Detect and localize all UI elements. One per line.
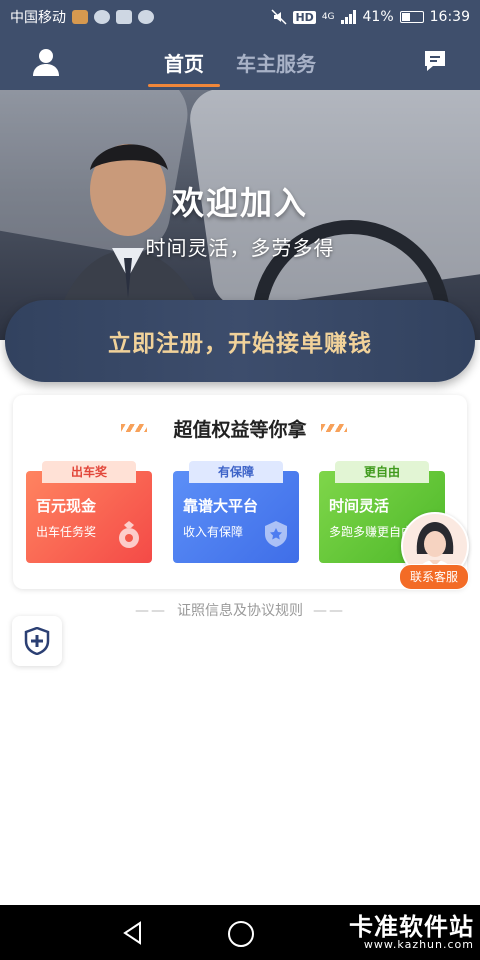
benefit-name: 靠谱大平台	[183, 497, 259, 515]
user-icon[interactable]	[30, 46, 62, 78]
shield-plus-icon	[24, 627, 50, 655]
app-header: 首页 车主服务	[0, 34, 480, 90]
watermark-url: www.kazhun.com	[363, 938, 474, 951]
hero-subtitle: 时间灵活，多劳多得	[145, 236, 335, 260]
carrier-label: 中国移动	[10, 10, 66, 26]
license-info-link[interactable]: —— 证照信息及协议规则 ——	[0, 600, 480, 620]
status-left: 中国移动	[10, 7, 154, 27]
status-bar: 中国移动 HD 4G 41% 16:39	[0, 0, 480, 34]
shield-star-icon	[265, 521, 287, 547]
benefit-card-cash[interactable]: 百元现金 出车任务奖 出车奖	[26, 461, 152, 563]
benefit-tag: 出车奖	[42, 461, 136, 483]
benefit-card-body: 靠谱大平台 收入有保障	[173, 471, 299, 563]
battery-percent: 41%	[362, 9, 394, 25]
status-right: HD 4G 41% 16:39	[271, 9, 470, 25]
nav-back-icon[interactable]	[120, 920, 146, 946]
benefit-card-body: 百元现金 出车任务奖	[26, 471, 152, 563]
chat-notification-icon	[94, 10, 110, 24]
tab-owner-service[interactable]: 车主服务	[236, 48, 316, 87]
title-decoration-right	[321, 424, 347, 432]
footer-dash-left: ——	[135, 603, 167, 619]
contact-service-button[interactable]: 联系客服	[399, 564, 469, 590]
hd-badge: HD	[293, 10, 316, 24]
signal-icon	[340, 10, 356, 24]
network-label: 4G	[321, 12, 335, 22]
benefit-name: 时间灵活	[329, 497, 390, 515]
nav-home-icon[interactable]	[228, 921, 254, 947]
message-icon[interactable]	[422, 48, 448, 74]
register-button[interactable]: 立即注册，开始接单赚钱	[5, 300, 475, 382]
benefit-card-platform[interactable]: 靠谱大平台 收入有保障 有保障	[173, 461, 299, 563]
tab-home[interactable]: 首页	[148, 48, 220, 87]
benefit-tag: 更自由	[335, 461, 429, 483]
watermark: 卡准软件站 www.kazhun.com	[349, 907, 474, 951]
app-notification-icon	[72, 10, 88, 24]
hero-title: 欢迎加入	[171, 184, 308, 222]
benefit-desc: 出车任务奖	[36, 525, 97, 539]
benefits-title: 超值权益等你拿	[173, 419, 307, 441]
money-bag-icon	[119, 521, 139, 548]
footer-dash-right: ——	[313, 603, 345, 619]
clock-time: 16:39	[429, 9, 470, 25]
system-nav-bar: 卡准软件站 www.kazhun.com	[0, 905, 480, 960]
benefit-desc: 收入有保障	[183, 525, 244, 539]
safety-shield-button[interactable]	[12, 616, 62, 666]
license-info-text: 证照信息及协议规则	[177, 603, 303, 619]
settings-notification-icon	[138, 10, 154, 24]
benefit-name: 百元现金	[36, 497, 97, 515]
watermark-title: 卡准软件站	[349, 913, 474, 941]
bird-notification-icon	[116, 10, 132, 24]
mute-icon	[271, 9, 287, 25]
battery-icon	[399, 11, 424, 23]
customer-service-float[interactable]: 联系客服	[397, 512, 469, 590]
benefit-tag: 有保障	[189, 461, 283, 483]
